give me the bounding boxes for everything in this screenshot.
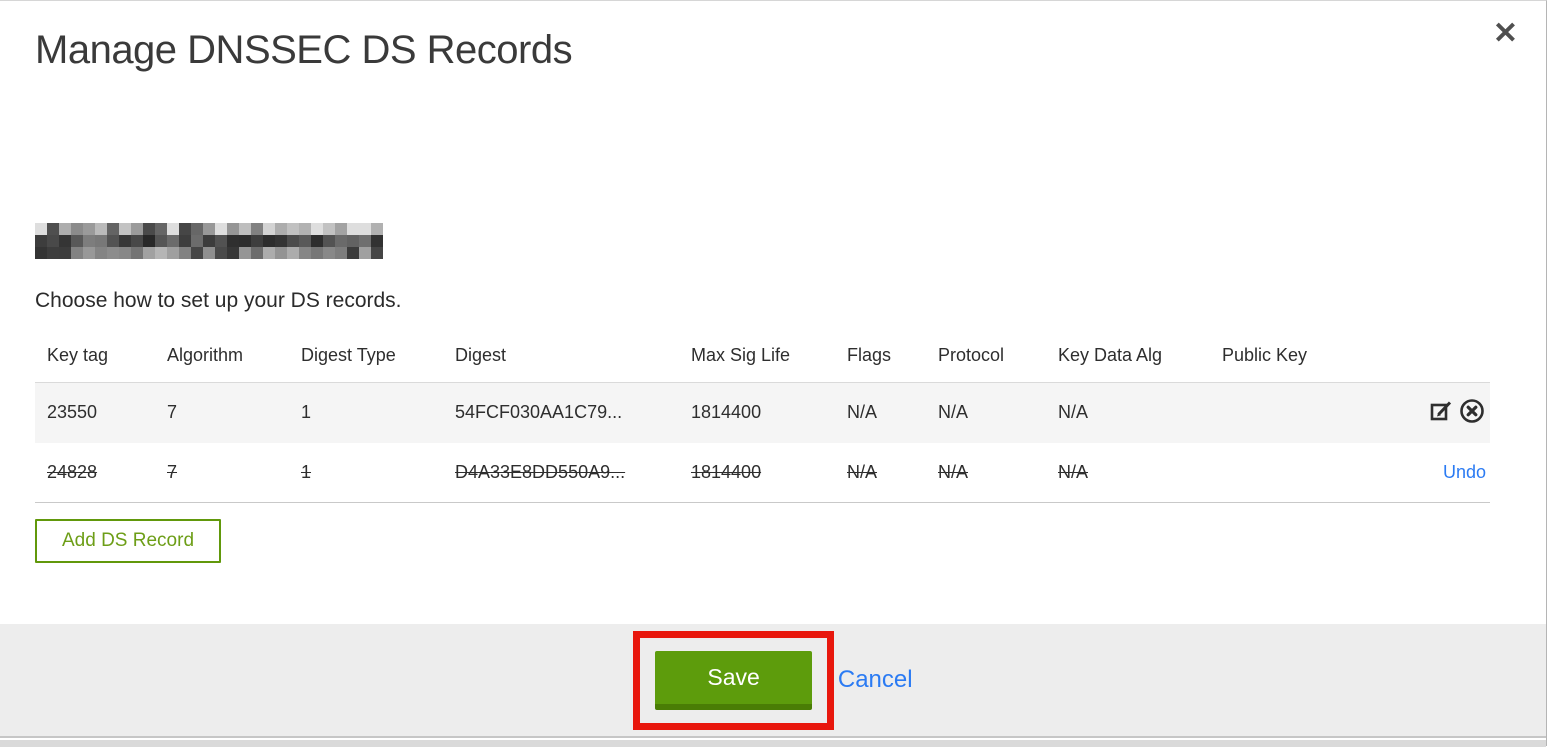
- column-header-flags: Flags: [847, 331, 938, 383]
- table-row-deleted: 24828 7 1 D4A33E8DD550A9... 1814400 N/A …: [35, 442, 1490, 503]
- cell-digest: D4A33E8DD550A9...: [455, 461, 626, 482]
- subtitle-text: Choose how to set up your DS records.: [35, 289, 402, 312]
- ds-records-table: Key tag Algorithm Digest Type Digest Max…: [35, 331, 1490, 503]
- page-title: Manage DNSSEC DS Records: [35, 28, 573, 72]
- cell-protocol: N/A: [938, 402, 969, 423]
- annotation-save-highlight: Save: [633, 630, 834, 730]
- cell-max-sig-life: 1814400: [691, 402, 762, 423]
- domain-name-redacted: [35, 223, 383, 259]
- cell-algorithm: 7: [167, 402, 178, 423]
- cell-flags: N/A: [847, 402, 878, 423]
- cell-algorithm: 7: [167, 461, 178, 482]
- close-icon[interactable]: ✕: [1493, 17, 1518, 51]
- cell-key-tag: 23550: [47, 402, 98, 423]
- table-header-row: Key tag Algorithm Digest Type Digest Max…: [35, 331, 1490, 383]
- column-header-protocol: Protocol: [938, 331, 1058, 383]
- column-header-algorithm: Algorithm: [167, 331, 301, 383]
- cell-digest-type: 1: [301, 402, 312, 423]
- cell-max-sig-life: 1814400: [691, 461, 762, 482]
- delete-record-icon[interactable]: [1458, 397, 1486, 425]
- cell-flags: N/A: [847, 461, 878, 482]
- cell-public-key: [1222, 383, 1352, 443]
- column-header-key-tag: Key tag: [35, 331, 167, 383]
- cell-public-key: [1222, 443, 1352, 503]
- cell-protocol: N/A: [938, 461, 969, 482]
- cell-key-data-alg: N/A: [1058, 402, 1089, 423]
- modal-footer: Save Cancel: [0, 624, 1546, 738]
- row-actions: [1352, 383, 1490, 443]
- cancel-link[interactable]: Cancel: [838, 666, 913, 694]
- column-header-max-sig-life: Max Sig Life: [691, 331, 847, 383]
- column-header-digest-type: Digest Type: [301, 331, 455, 383]
- column-header-actions: [1352, 331, 1490, 383]
- cell-digest: 54FCF030AA1C79...: [455, 402, 623, 423]
- table-row: 23550 7 1 54FCF030AA1C79... 1814400 N/A …: [35, 382, 1490, 443]
- column-header-digest: Digest: [455, 331, 691, 383]
- cell-digest-type: 1: [301, 461, 312, 482]
- row-actions: Undo: [1352, 443, 1490, 503]
- cell-key-data-alg: N/A: [1058, 461, 1089, 482]
- save-button[interactable]: Save: [655, 650, 812, 710]
- add-ds-record-button[interactable]: Add DS Record: [35, 519, 222, 563]
- column-header-public-key: Public Key: [1222, 331, 1352, 383]
- undo-link[interactable]: Undo: [1443, 462, 1486, 482]
- column-header-key-data-alg: Key Data Alg: [1058, 331, 1222, 383]
- manage-dnssec-modal: Manage DNSSEC DS Records ✕ Choose how to…: [0, 0, 1547, 747]
- cell-key-tag: 24828: [47, 461, 98, 482]
- edit-record-icon[interactable]: [1428, 397, 1456, 425]
